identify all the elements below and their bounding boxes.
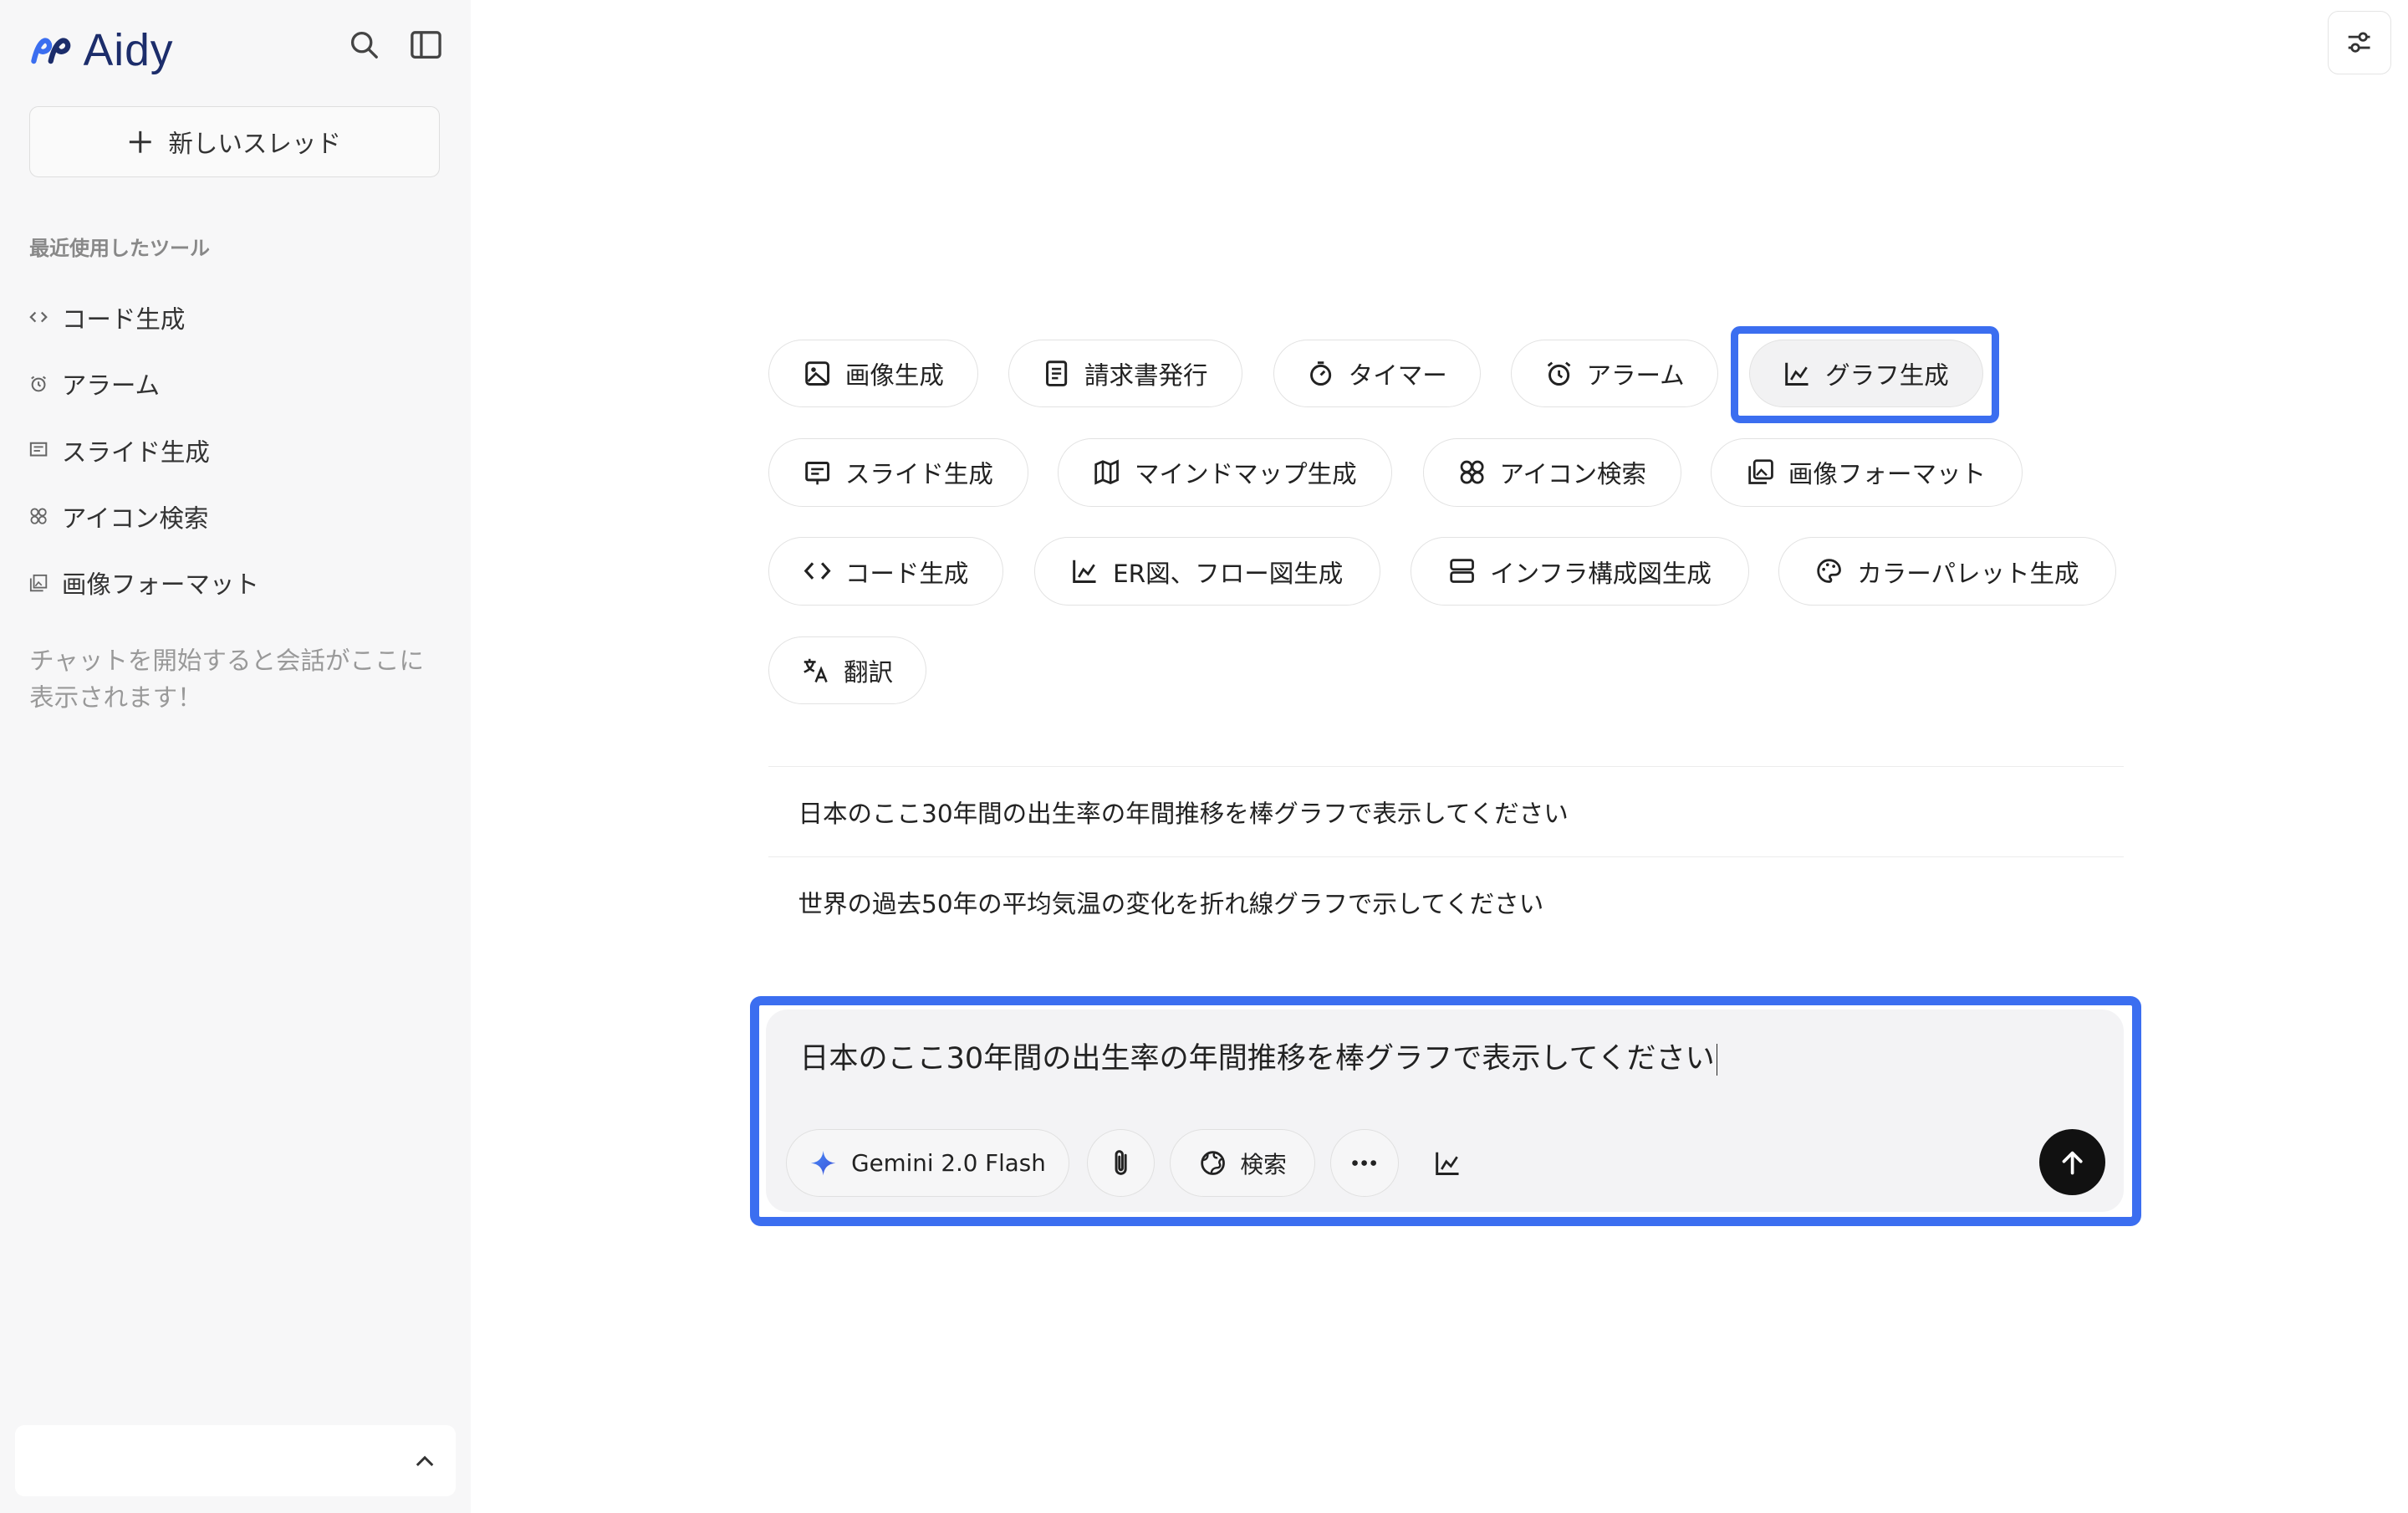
tool-chip-slide-gen[interactable]: スライド生成 — [768, 438, 1028, 507]
tool-chip-palette[interactable]: カラーパレット生成 — [1778, 537, 2117, 606]
chart-tool-button[interactable] — [1414, 1129, 1482, 1197]
server-icon — [1450, 559, 1475, 584]
tool-chip-label: スライド生成 — [844, 460, 993, 489]
tool-chip-timer[interactable]: タイマー — [1273, 340, 1481, 408]
tool-chip-chart-gen[interactable]: グラフ生成 — [1748, 340, 1984, 408]
sliders-icon — [2349, 32, 2370, 53]
message-input-text: 日本のここ30年間の出生率の年間推移を棒グラフで表示してください — [799, 1040, 1715, 1076]
tool-chip-label: 翻訳 — [843, 657, 893, 687]
brand-logo[interactable]: Aidy — [28, 25, 173, 76]
arrow-up-icon — [2062, 1151, 2083, 1175]
model-selector-button[interactable]: Gemini 2.0 Flash — [785, 1128, 1070, 1197]
recent-item-alarm[interactable]: アラーム — [29, 350, 259, 417]
recent-item-image-format[interactable]: 画像フォーマット — [29, 549, 259, 616]
recent-item-label: アラーム — [61, 371, 160, 401]
new-thread-button[interactable]: 新しいスレッド — [29, 106, 441, 178]
tool-chip-translate[interactable]: 翻訳 — [768, 636, 926, 704]
tool-chip-icon-search[interactable]: アイコン検索 — [1423, 438, 1681, 507]
recent-tools-title: 最近使用したツール — [29, 236, 211, 260]
settings-button[interactable] — [2328, 10, 2391, 74]
new-thread-label: 新しいスレッド — [168, 130, 341, 159]
tool-chip-label: インフラ構成図生成 — [1490, 559, 1712, 588]
translate-icon — [804, 658, 828, 682]
recent-tools-list: コード生成 アラーム スライド生成 アイコン検索 画像フォーマット — [29, 284, 259, 616]
send-button[interactable] — [2038, 1128, 2106, 1195]
empty-chat-hint: チャットを開始すると会話がここに表示されます！ — [29, 647, 425, 713]
search-toggle-button[interactable]: 検索 — [1170, 1128, 1315, 1197]
tool-chip-label: コード生成 — [844, 559, 969, 588]
tool-chip-code-gen[interactable]: コード生成 — [768, 537, 1004, 606]
recent-item-code[interactable]: コード生成 — [29, 284, 259, 350]
attach-button[interactable] — [1086, 1128, 1155, 1197]
image-icon — [805, 361, 829, 386]
sidebar: Aidy 新しいスレッド 最近使用したツール コード生成 アラーム スライド生成… — [0, 0, 472, 1513]
tool-chip-label: ER図、フロー図生成 — [1112, 559, 1344, 588]
model-selector-label: Gemini 2.0 Flash — [851, 1148, 1046, 1177]
chat-composer[interactable]: 日本のここ30年間の出生率の年間推移を棒グラフで表示してください Gemini … — [765, 1010, 2125, 1213]
slide-icon — [29, 442, 48, 457]
account-menu[interactable] — [15, 1425, 456, 1496]
tool-chip-image-format[interactable]: 画像フォーマット — [1710, 438, 2023, 507]
tool-chip-image-gen[interactable]: 画像生成 — [768, 340, 979, 408]
recent-item-slide[interactable]: スライド生成 — [29, 417, 259, 483]
tool-chip-invoice[interactable]: 請求書発行 — [1008, 340, 1243, 408]
tool-chip-infra[interactable]: インフラ構成図生成 — [1411, 537, 1749, 606]
suggestion-item[interactable]: 世界の過去50年の平均気温の変化を折れ線グラフで示してください — [768, 856, 2125, 947]
tool-chip-label: 請求書発行 — [1084, 361, 1208, 391]
chevron-up-icon — [416, 1455, 433, 1467]
recent-item-label: スライド生成 — [61, 437, 210, 467]
invoice-icon — [1046, 360, 1068, 387]
plus-icon — [130, 130, 152, 153]
tool-chip-label: 画像生成 — [844, 361, 944, 391]
tool-chip-label: グラフ生成 — [1825, 361, 1949, 391]
more-options-button[interactable] — [1330, 1128, 1399, 1197]
search-icon[interactable] — [347, 28, 381, 62]
ellipsis-icon — [1352, 1159, 1377, 1166]
chart-icon — [1073, 560, 1096, 584]
paperclip-icon — [1115, 1149, 1127, 1175]
tool-chip-label: アラーム — [1586, 361, 1685, 391]
alarm-icon — [1547, 361, 1571, 386]
alarm-icon — [31, 376, 47, 392]
sparkle-icon — [811, 1150, 836, 1175]
sidebar-toggle-icon[interactable] — [409, 28, 443, 62]
map-icon — [1094, 459, 1120, 485]
recent-item-label: 画像フォーマット — [61, 570, 259, 600]
recent-item-icon-search[interactable]: アイコン検索 — [29, 483, 259, 549]
icon-search-icon — [1460, 460, 1484, 484]
globe-icon — [1200, 1150, 1225, 1175]
tool-chip-label: タイマー — [1348, 361, 1447, 391]
slide-icon — [805, 462, 830, 485]
chart-icon — [1436, 1152, 1459, 1175]
tool-chip-label: マインドマップ生成 — [1135, 460, 1357, 489]
chart-icon — [1785, 362, 1809, 386]
message-input[interactable]: 日本のここ30年間の出生率の年間推移を棒グラフで表示してください — [799, 1035, 1718, 1077]
code-icon — [29, 312, 48, 323]
recent-item-label: アイコン検索 — [61, 504, 209, 533]
brand-name: Aidy — [83, 25, 174, 75]
suggestion-item[interactable]: 日本のここ30年間の出生率の年間推移を棒グラフで表示してください — [768, 765, 2125, 856]
timer-icon — [1309, 361, 1332, 386]
tool-chip-mindmap[interactable]: マインドマップ生成 — [1057, 438, 1393, 507]
text-caret — [1716, 1043, 1718, 1076]
tool-chip-label: カラーパレット生成 — [1857, 559, 2079, 588]
icon-search-icon — [30, 508, 47, 525]
aidy-logo-icon — [31, 38, 71, 64]
tool-chip-label: 画像フォーマット — [1788, 460, 1987, 489]
search-toggle-label: 検索 — [1240, 1151, 1287, 1179]
image-format-icon — [29, 574, 48, 592]
palette-icon — [1817, 559, 1842, 584]
image-format-icon — [1748, 459, 1773, 485]
code-icon — [804, 562, 831, 580]
suggestion-list: 日本のここ30年間の出生率の年間推移を棒グラフで表示してください 世界の過去50… — [768, 765, 2125, 947]
tool-chip-er-flow[interactable]: ER図、フロー図生成 — [1033, 537, 1380, 606]
tool-chip-label: アイコン検索 — [1499, 460, 1647, 489]
recent-item-label: コード生成 — [61, 304, 186, 334]
tool-chip-alarm[interactable]: アラーム — [1511, 340, 1718, 408]
